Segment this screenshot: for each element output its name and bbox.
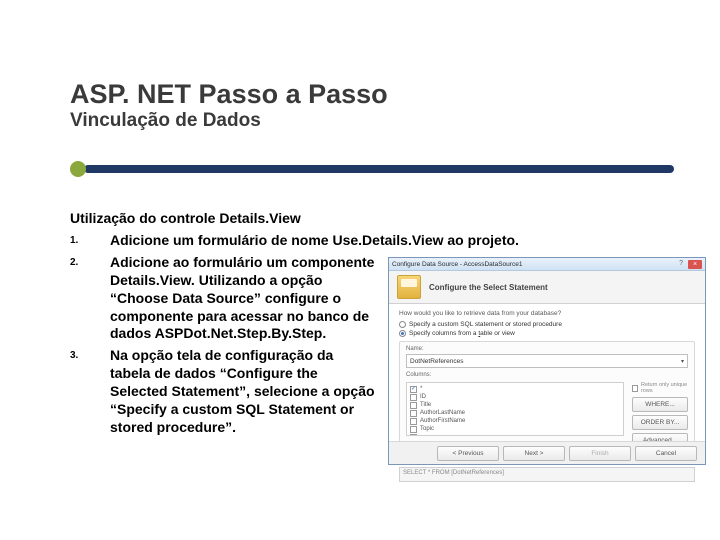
finish-button[interactable]: Finish [569, 446, 631, 461]
column-item[interactable]: AuthorFirstName [410, 417, 620, 425]
radio-custom-sql[interactable]: Specify a custom SQL statement or stored… [399, 321, 695, 328]
list-text: Adicione um formulário de nome Use.Detai… [110, 232, 670, 250]
wizard-titlebar[interactable]: Configure Data Source - AccessDataSource… [389, 258, 705, 271]
wizard-dialog: Configure Data Source - AccessDataSource… [388, 257, 706, 465]
column-item[interactable]: AuthorLastName [410, 409, 620, 417]
wizard-header-title: Configure the Select Statement [429, 283, 548, 292]
cancel-button[interactable]: Cancel [635, 446, 697, 461]
radio-icon [399, 321, 406, 328]
orderby-button[interactable]: ORDER BY... [632, 415, 688, 430]
columns-label: Columns: [406, 372, 688, 378]
checkbox-icon [410, 418, 417, 425]
checkbox-icon [410, 402, 417, 409]
checkbox-icon [410, 426, 417, 433]
table-combo[interactable]: DotNetReferences ▾ [406, 354, 688, 368]
slide-title: ASP. NET Passo a Passo [70, 80, 650, 108]
radio-icon [399, 330, 406, 337]
list-text: Adicione ao formulário um componente Det… [110, 254, 375, 344]
wizard-window-title: Configure Data Source - AccessDataSource… [392, 261, 522, 268]
combo-value: DotNetReferences [410, 358, 463, 365]
column-item[interactable]: ID [410, 393, 620, 401]
slide: ASP. NET Passo a Passo Vinculação de Dad… [0, 0, 720, 540]
wizard-footer: < Previous Next > Finish Cancel [389, 441, 705, 464]
columns-group: Name: DotNetReferences ▾ Columns: ✓* ID … [399, 341, 695, 455]
close-icon[interactable]: × [688, 260, 702, 269]
wizard-question: How would you like to retrieve data from… [399, 310, 695, 317]
accent-rule [70, 160, 674, 178]
checkbox-icon [410, 394, 417, 401]
database-icon [397, 275, 421, 299]
accent-bar [84, 165, 674, 173]
checkbox-icon [410, 434, 417, 436]
previous-button[interactable]: < Previous [437, 446, 499, 461]
column-item[interactable]: Title [410, 401, 620, 409]
select-sql-box: SELECT * FROM [DotNetReferences] [399, 467, 695, 482]
columns-row: ✓* ID Title AuthorLastName AuthorFirstNa… [406, 382, 688, 448]
next-button[interactable]: Next > [503, 446, 565, 461]
column-item[interactable]: Publisher [410, 434, 620, 436]
distinct-option[interactable]: Return only unique rows [632, 382, 688, 394]
list-number: 1. [70, 232, 110, 250]
help-icon[interactable]: ? [679, 260, 683, 267]
side-buttons: Return only unique rows WHERE... ORDER B… [632, 382, 688, 448]
list-text: Na opção tela de configuração da tabela … [110, 347, 375, 437]
accent-dot [70, 161, 86, 177]
columns-list[interactable]: ✓* ID Title AuthorLastName AuthorFirstNa… [406, 382, 624, 436]
column-item[interactable]: ✓* [410, 385, 620, 393]
radio-columns[interactable]: Specify columns from a table or view [399, 330, 695, 337]
radio-label: Specify columns from a table or view [409, 330, 515, 337]
chevron-down-icon: ▾ [681, 358, 684, 365]
checkbox-icon [632, 385, 638, 392]
where-button[interactable]: WHERE... [632, 397, 688, 412]
title-block: ASP. NET Passo a Passo Vinculação de Dad… [70, 80, 650, 132]
list-number: 2. [70, 254, 110, 344]
radio-label: Specify a custom SQL statement or stored… [409, 321, 562, 328]
name-label: Name: [406, 346, 688, 352]
list-number: 3. [70, 347, 110, 437]
list-item: 1. Adicione um formulário de nome Use.De… [70, 232, 670, 250]
wizard-header: Configure the Select Statement [389, 271, 705, 304]
checkbox-icon [410, 410, 417, 417]
slide-subtitle: Vinculação de Dados [70, 110, 650, 132]
column-item[interactable]: Topic [410, 425, 620, 433]
section-heading: Utilização do controle Details.View [70, 210, 670, 228]
checkbox-icon: ✓ [410, 386, 417, 393]
